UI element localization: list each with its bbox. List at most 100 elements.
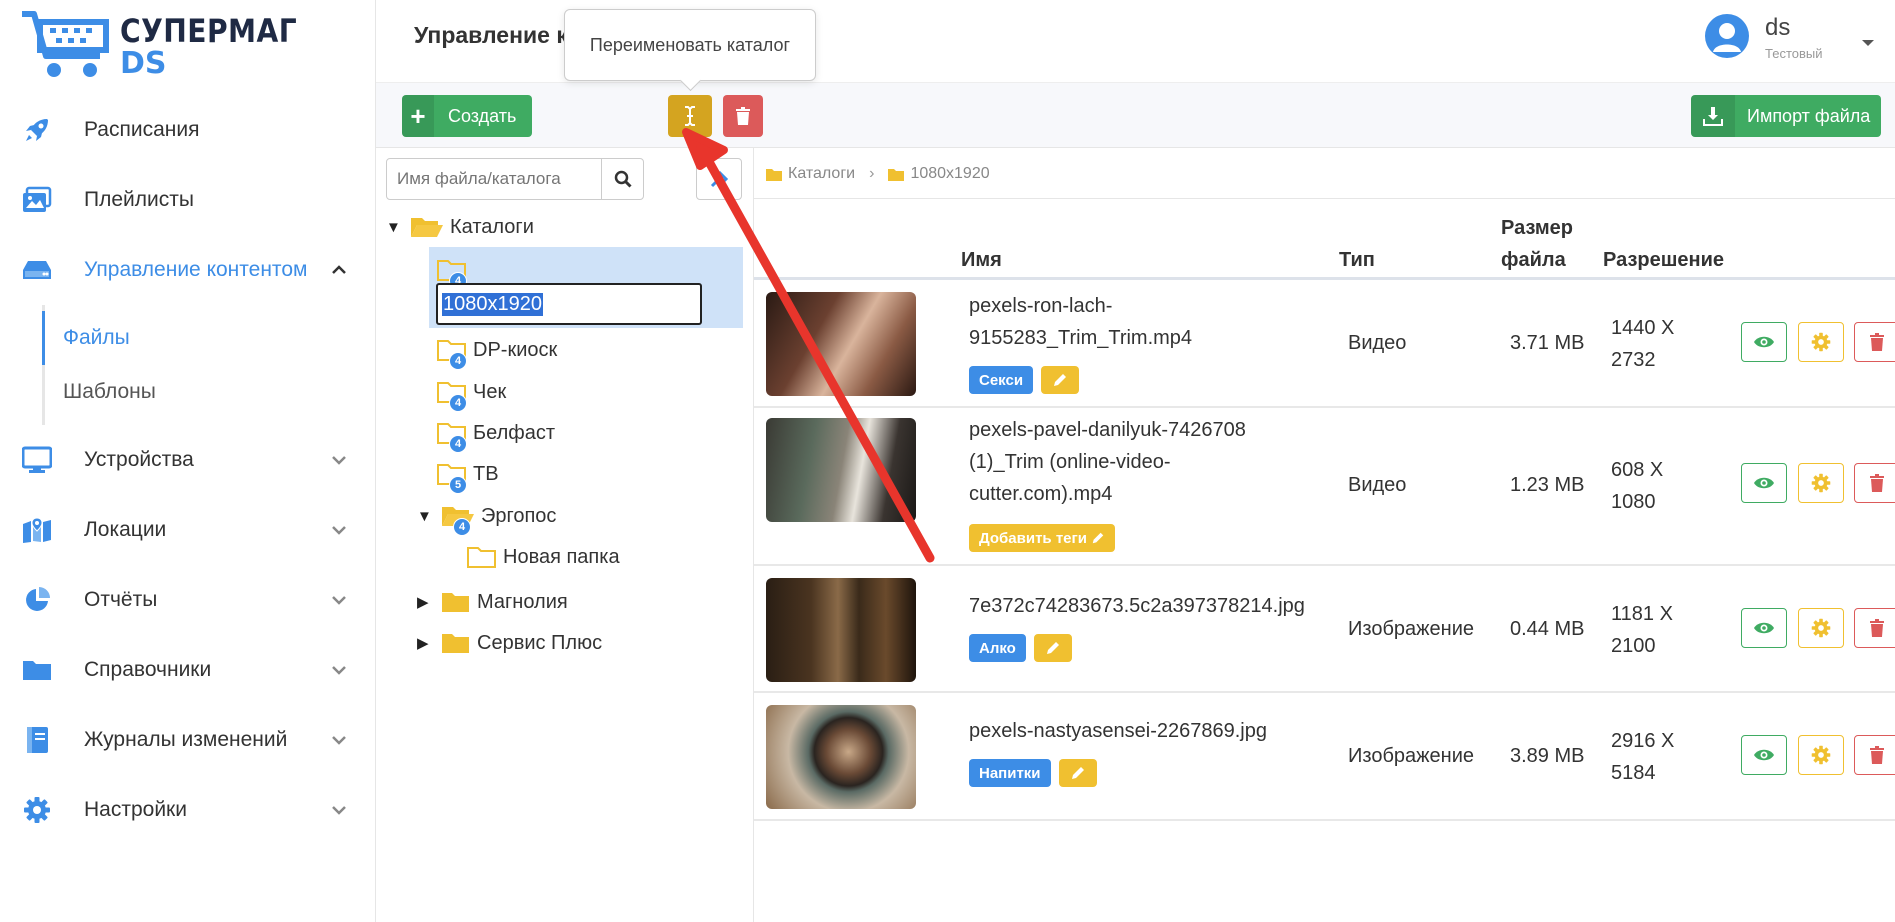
download-icon (1691, 95, 1735, 137)
tree-node[interactable]: 5 ТВ (437, 458, 499, 494)
folder-icon (467, 545, 497, 569)
table-row[interactable]: pexels-ron-lach- 9155283_Trim_Trim.mp4 С… (754, 280, 1895, 408)
toolbar: + Создать Импорт файла (376, 83, 1895, 148)
edit-tags-button[interactable] (1033, 634, 1072, 662)
tree-node-root[interactable]: ▼ Каталоги (386, 211, 534, 243)
logo-subtitle: DS (120, 46, 167, 81)
sidebar-subitem-files[interactable]: Файлы (42, 311, 376, 365)
collapse-tree-button[interactable] (696, 158, 742, 200)
tree-node[interactable]: ▶ Магнолия (417, 586, 568, 618)
resolution-height: 2100 (1611, 635, 1656, 657)
tree-node[interactable]: 4 DP-киоск (437, 334, 558, 370)
import-file-button[interactable]: Импорт файла (1691, 95, 1881, 137)
sidebar-item-reports[interactable]: Отчёты (0, 565, 376, 635)
table-row[interactable]: 7e372c74283673.5c2a397378214.jpg Алко Из… (754, 566, 1895, 693)
settings-button[interactable] (1798, 735, 1844, 775)
column-header-size-line1[interactable]: Размер (1501, 212, 1573, 244)
page-title: Управление к (414, 22, 568, 48)
sidebar-item-label: Управление контентом (84, 258, 308, 281)
sidebar-item-change-logs[interactable]: Журналы изменений (0, 705, 376, 775)
user-name: ds (1765, 14, 1791, 41)
column-header-name[interactable]: Имя (961, 244, 1002, 276)
user-menu[interactable]: ds Тестовый (1705, 12, 1875, 72)
book-icon (20, 723, 54, 757)
count-badge: 4 (449, 352, 467, 370)
create-button-label: Создать (448, 105, 517, 126)
edit-tags-button[interactable] (1041, 366, 1080, 394)
edit-tags-button[interactable] (1058, 759, 1097, 787)
delete-file-button[interactable] (1854, 322, 1895, 362)
rename-tooltip: Переименовать каталог (564, 9, 816, 81)
sidebar-item-playlists[interactable]: Плейлисты (0, 165, 376, 235)
tree-node[interactable]: ▼ 4 Эргопос (417, 500, 557, 536)
sidebar-item-settings[interactable]: Настройки (0, 775, 376, 845)
image-thumbnail[interactable] (766, 705, 916, 809)
plus-icon: + (402, 95, 434, 137)
tree-node-selected[interactable]: 4 (437, 254, 473, 290)
count-badge: 4 (449, 435, 467, 453)
delete-file-button[interactable] (1854, 608, 1895, 648)
add-tags-button[interactable]: Добавить теги (969, 524, 1116, 552)
sidebar-item-schedules[interactable]: Расписания (0, 95, 376, 165)
tag-badge[interactable]: Алко (969, 634, 1026, 662)
eye-icon (1754, 336, 1774, 348)
breadcrumb: Каталоги › 1080x1920 (766, 162, 990, 186)
rename-folder-input[interactable]: 1080x1920 (436, 283, 702, 325)
resolution-width: 1181 X (1611, 603, 1673, 625)
video-thumbnail[interactable] (766, 418, 916, 522)
rename-button[interactable] (668, 95, 712, 137)
search-button[interactable] (601, 159, 643, 199)
delete-file-button[interactable] (1854, 735, 1895, 775)
sidebar-item-content[interactable]: Управление контентом (0, 235, 376, 305)
caret-right-icon[interactable]: ▶ (417, 593, 433, 611)
column-header-size-line2[interactable]: файла (1501, 244, 1566, 276)
app-root: СУПЕРМАГ DS Расписания Плейлисты Управле… (0, 0, 1895, 922)
hdd-icon (20, 253, 54, 287)
preview-button[interactable] (1741, 322, 1787, 362)
settings-button[interactable] (1798, 463, 1844, 503)
count-badge: 4 (453, 518, 471, 536)
tag-badge[interactable]: Напитки (969, 759, 1051, 787)
preview-button[interactable] (1741, 608, 1787, 648)
tag-badge[interactable]: Секси (969, 366, 1034, 394)
tree-search-input[interactable] (387, 159, 601, 199)
logo[interactable]: СУПЕРМАГ DS (20, 8, 297, 81)
sidebar-item-locations[interactable]: Локации (0, 495, 376, 565)
content-submenu: Файлы Шаблоны (42, 305, 376, 425)
preview-button[interactable] (1741, 463, 1787, 503)
table-row[interactable]: pexels-pavel-danilyuk-7426708 (1)_Trim (… (754, 408, 1895, 566)
create-button[interactable]: + Создать (402, 95, 532, 137)
settings-button[interactable] (1798, 322, 1844, 362)
breadcrumb-root[interactable]: Каталоги (766, 165, 855, 183)
preview-button[interactable] (1741, 735, 1787, 775)
tree-node[interactable]: 4 Белфаст (437, 417, 555, 453)
tree-node-label: DP-киоск (473, 338, 558, 361)
video-thumbnail[interactable] (766, 292, 916, 396)
chevron-down-icon (332, 456, 346, 465)
folder-icon: 4 (437, 380, 467, 412)
caret-right-icon[interactable]: ▶ (417, 634, 433, 652)
sidebar-item-label: Настройки (84, 798, 187, 821)
gear-icon (1811, 618, 1831, 638)
settings-button[interactable] (1798, 608, 1844, 648)
sidebar-item-label: Устройства (84, 448, 194, 471)
file-type: Изображение (1348, 745, 1474, 767)
sidebar-item-directories[interactable]: Справочники (0, 635, 376, 705)
column-header-resolution[interactable]: Разрешение (1603, 244, 1724, 276)
tree-node[interactable]: ▶ Сервис Плюс (417, 627, 602, 659)
tree-node-label: Эргопос (481, 504, 557, 527)
resolution-width: 608 X (1611, 459, 1664, 481)
table-row[interactable]: pexels-nastyasensei-2267869.jpg Напитки … (754, 693, 1895, 821)
breadcrumb-current[interactable]: 1080x1920 (888, 165, 990, 183)
column-header-type[interactable]: Тип (1339, 244, 1375, 276)
sidebar-subitem-templates[interactable]: Шаблоны (45, 365, 376, 419)
delete-file-button[interactable] (1854, 463, 1895, 503)
image-thumbnail[interactable] (766, 578, 916, 682)
tree-node[interactable]: Новая папка (467, 541, 620, 573)
chevron-down-icon (332, 526, 346, 535)
images-icon (20, 183, 54, 217)
chevron-down-icon (332, 736, 346, 745)
sidebar-item-devices[interactable]: Устройства (0, 425, 376, 495)
tree-node[interactable]: 4 Чек (437, 376, 506, 412)
delete-button[interactable] (723, 95, 763, 137)
